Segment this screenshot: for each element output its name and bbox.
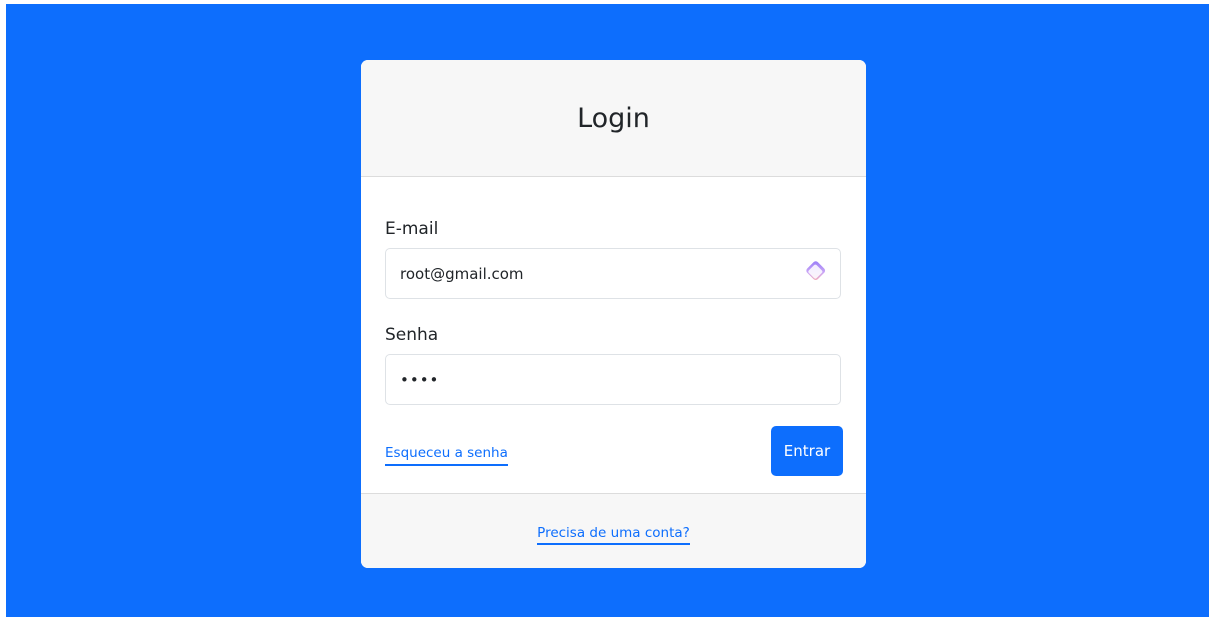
forgot-password-link[interactable]: Esqueceu a senha: [385, 444, 508, 466]
submit-button[interactable]: Entrar: [771, 426, 843, 476]
password-manager-extension-icon[interactable]: [800, 257, 830, 287]
register-link[interactable]: Precisa de uma conta?: [537, 525, 690, 545]
login-card: Login E-mail Senha Esqueceu a senha Entr…: [361, 60, 866, 568]
card-footer: Precisa de uma conta?: [361, 493, 866, 568]
card-header: Login: [361, 60, 866, 177]
password-field[interactable]: [385, 354, 841, 405]
email-field[interactable]: [385, 248, 841, 299]
register-link-container: Precisa de uma conta?: [361, 522, 866, 545]
password-label: Senha: [385, 325, 439, 345]
email-label: E-mail: [385, 219, 439, 239]
page-title: Login: [577, 103, 650, 134]
